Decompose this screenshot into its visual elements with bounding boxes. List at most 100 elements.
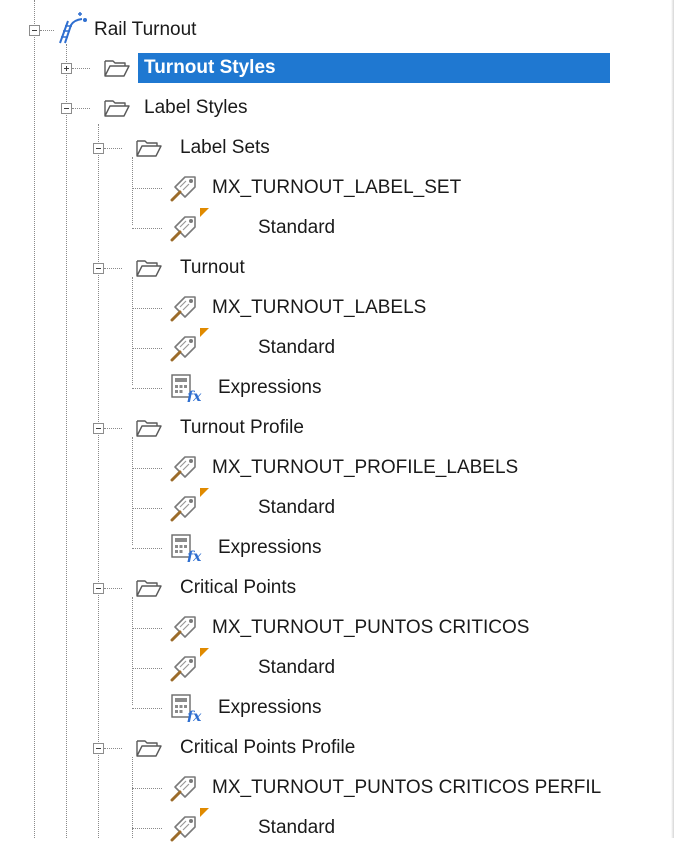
tree-node-label-sets[interactable]: Label Sets bbox=[180, 131, 270, 165]
tree-node-label-style-standard[interactable]: Standard bbox=[258, 491, 335, 525]
tree-node-label: Standard bbox=[258, 657, 336, 678]
default-marker-icon bbox=[200, 208, 209, 217]
tree-node-label: Label Styles bbox=[144, 97, 248, 118]
default-marker-icon bbox=[200, 808, 209, 817]
label-style-icon bbox=[170, 456, 196, 482]
tree-node-label: MX_TURNOUT_LABEL_SET bbox=[212, 177, 462, 198]
tree-node-turnout[interactable]: Turnout bbox=[180, 251, 245, 285]
tree-line bbox=[72, 108, 90, 109]
tree-node-label: Standard bbox=[258, 497, 336, 518]
tree-node-label: MX_TURNOUT_LABELS bbox=[212, 297, 427, 318]
tree-line bbox=[104, 148, 122, 149]
tree-node-label: Turnout Styles bbox=[138, 53, 610, 83]
tree-line bbox=[104, 748, 122, 749]
style-tree: Rail Turnout Turnout Styles Label Styles… bbox=[0, 0, 674, 842]
default-marker-icon bbox=[200, 328, 209, 337]
tree-node-label-style-standard[interactable]: Standard bbox=[258, 331, 335, 365]
tree-node-critical-points[interactable]: Critical Points bbox=[180, 571, 296, 605]
tree-node-label-style[interactable]: MX_TURNOUT_PUNTOS CRITICOS bbox=[212, 611, 529, 645]
collapse-toggle[interactable] bbox=[93, 583, 104, 594]
tree-node-label-style[interactable]: MX_TURNOUT_LABEL_SET bbox=[212, 171, 461, 205]
tree-node-label-style-standard[interactable]: Standard bbox=[258, 211, 335, 245]
tree-node-label: Turnout Profile bbox=[180, 417, 304, 438]
tree-line bbox=[132, 348, 162, 349]
label-style-icon bbox=[170, 616, 196, 642]
folder-icon bbox=[136, 140, 162, 157]
tree-node-label-style-standard[interactable]: Standard bbox=[258, 811, 335, 845]
tree-line bbox=[132, 788, 162, 789]
collapse-toggle[interactable] bbox=[93, 143, 104, 154]
tree-line bbox=[104, 588, 122, 589]
tree-node-label: MX_TURNOUT_PUNTOS CRITICOS PERFIL bbox=[212, 777, 602, 798]
tree-node-label: Standard bbox=[258, 817, 336, 838]
tree-node-label: Expressions bbox=[218, 377, 322, 398]
tree-node-label-style-standard[interactable]: Standard bbox=[258, 651, 335, 685]
folder-icon bbox=[104, 100, 130, 117]
collapse-toggle[interactable] bbox=[93, 263, 104, 274]
tree-node-label-style[interactable]: MX_TURNOUT_PROFILE_LABELS bbox=[212, 451, 518, 485]
tree-line bbox=[132, 228, 162, 229]
tree-node-turnout-styles[interactable]: Turnout Styles bbox=[138, 51, 610, 85]
svg-text:fx: fx bbox=[186, 389, 202, 402]
tree-node-expressions[interactable]: Expressions bbox=[218, 371, 322, 405]
tree-node-label: Standard bbox=[258, 217, 336, 238]
tree-node-label-styles[interactable]: Label Styles bbox=[144, 91, 248, 125]
collapse-toggle[interactable] bbox=[93, 743, 104, 754]
tree-line bbox=[132, 468, 162, 469]
tree-node-label: Critical Points Profile bbox=[180, 737, 356, 758]
label-style-icon bbox=[170, 176, 196, 202]
tree-line bbox=[132, 388, 162, 389]
tree-node-label: MX_TURNOUT_PROFILE_LABELS bbox=[212, 457, 519, 478]
tree-node-label: Standard bbox=[258, 337, 336, 358]
svg-text:fx: fx bbox=[186, 549, 202, 562]
expressions-icon: fx bbox=[171, 374, 202, 402]
expressions-icon: fx bbox=[171, 694, 202, 722]
tree-node-label: Critical Points bbox=[180, 577, 297, 598]
tree-line bbox=[132, 757, 133, 838]
tree-line bbox=[132, 708, 162, 709]
collapse-toggle[interactable] bbox=[29, 25, 40, 36]
tree-node-label: Expressions bbox=[218, 537, 322, 558]
label-style-icon bbox=[170, 776, 196, 802]
tree-node-expressions[interactable]: Expressions bbox=[218, 531, 322, 565]
rail-turnout-icon bbox=[59, 12, 87, 44]
tree-line bbox=[34, 0, 35, 838]
folder-icon bbox=[136, 420, 162, 437]
tree-line bbox=[132, 157, 133, 225]
tree-node-expressions[interactable]: Expressions bbox=[218, 691, 322, 725]
collapse-toggle[interactable] bbox=[93, 423, 104, 434]
tree-node-turnout-profile[interactable]: Turnout Profile bbox=[180, 411, 304, 445]
svg-text:fx: fx bbox=[186, 709, 202, 722]
tree-node-label: MX_TURNOUT_PUNTOS CRITICOS bbox=[212, 617, 530, 638]
tree-line bbox=[132, 508, 162, 509]
tree-line bbox=[132, 437, 133, 545]
tree-node-label: Expressions bbox=[218, 697, 322, 718]
folder-icon bbox=[136, 740, 162, 757]
tree-line bbox=[72, 68, 90, 69]
tree-node-label: Turnout bbox=[180, 257, 245, 278]
tree-line bbox=[132, 188, 162, 189]
tree-node-label-style[interactable]: MX_TURNOUT_LABELS bbox=[212, 291, 426, 325]
default-marker-icon bbox=[200, 648, 209, 657]
tree-node-label: Label Sets bbox=[180, 137, 270, 158]
tree-line bbox=[98, 124, 99, 838]
default-marker-icon bbox=[200, 488, 209, 497]
tree-line bbox=[132, 828, 162, 829]
folder-icon bbox=[136, 580, 162, 597]
label-style-icon bbox=[170, 216, 196, 242]
label-style-icon bbox=[170, 296, 196, 322]
collapse-toggle[interactable] bbox=[61, 103, 72, 114]
tree-node-rail-turnout[interactable]: Rail Turnout bbox=[94, 13, 196, 47]
tree-node-critical-points-profile[interactable]: Critical Points Profile bbox=[180, 731, 355, 765]
tree-line bbox=[132, 628, 162, 629]
folder-icon bbox=[136, 260, 162, 277]
expressions-icon: fx bbox=[171, 534, 202, 562]
folder-icon bbox=[104, 60, 130, 77]
label-style-icon bbox=[170, 496, 196, 522]
tree-line bbox=[104, 268, 122, 269]
tree-node-label-style[interactable]: MX_TURNOUT_PUNTOS CRITICOS PERFIL bbox=[212, 771, 601, 805]
expand-toggle[interactable] bbox=[61, 63, 72, 74]
label-style-icon bbox=[170, 656, 196, 682]
tree-line bbox=[132, 277, 133, 385]
tree-line bbox=[66, 44, 67, 838]
